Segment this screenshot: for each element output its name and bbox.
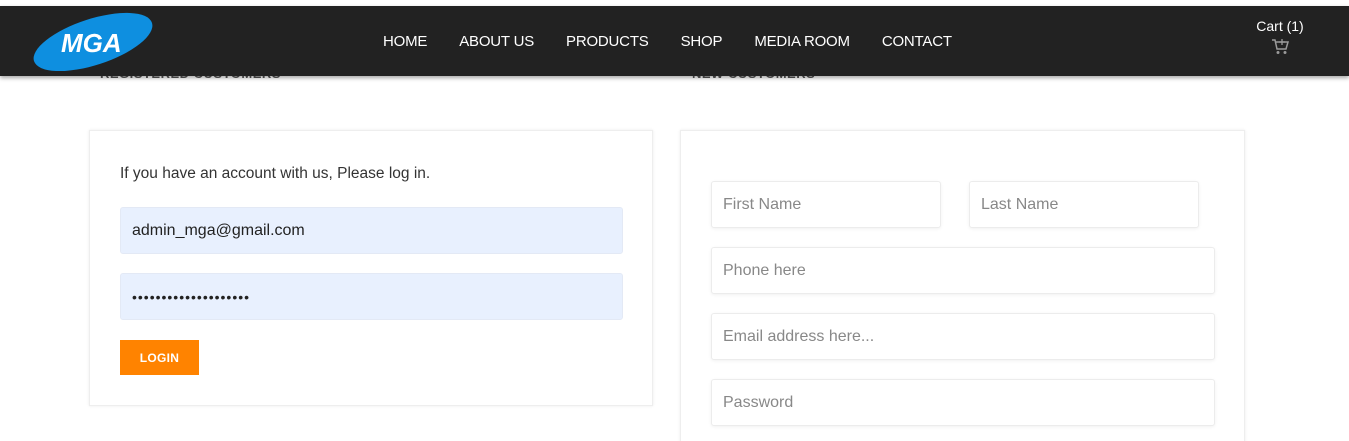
main-nav: HOME ABOUT US PRODUCTS SHOP MEDIA ROOM C… (367, 6, 968, 76)
cart-label: Cart (1) (1256, 18, 1304, 34)
nav-media-room[interactable]: MEDIA ROOM (738, 33, 866, 50)
login-intro-text: If you have an account with us, Please l… (120, 165, 431, 182)
first-name-field[interactable]: First Name (711, 181, 941, 228)
page: REGISTERED CUSTOMERS NEW CUSTOMERS MGA H… (0, 0, 1349, 441)
last-name-field[interactable]: Last Name (969, 181, 1199, 228)
password-field[interactable]: Password (711, 379, 1215, 426)
nav-home[interactable]: HOME (367, 33, 443, 50)
nav-contact[interactable]: CONTACT (866, 33, 968, 50)
phone-field[interactable]: Phone here (711, 247, 1215, 294)
email-field[interactable]: Email address here... (711, 313, 1215, 360)
nav-shop[interactable]: SHOP (665, 33, 739, 50)
mga-logo[interactable]: MGA (31, 9, 155, 71)
nav-about-us[interactable]: ABOUT US (443, 33, 550, 50)
login-password-field[interactable]: •••••••••••••••••••• (120, 273, 623, 320)
cart-icon (1272, 39, 1289, 54)
cart-link[interactable]: Cart (1) (1252, 18, 1308, 55)
nav-products[interactable]: PRODUCTS (550, 33, 665, 50)
logo-text: MGA (61, 28, 122, 58)
navbar: MGA HOME ABOUT US PRODUCTS SHOP MEDIA RO… (0, 6, 1349, 76)
login-button[interactable]: LOGIN (120, 340, 199, 375)
login-panel: If you have an account with us, Please l… (89, 130, 653, 406)
register-panel: First Name Last Name Phone here Email ad… (680, 130, 1245, 441)
login-email-field[interactable]: admin_mga@gmail.com (120, 207, 623, 254)
